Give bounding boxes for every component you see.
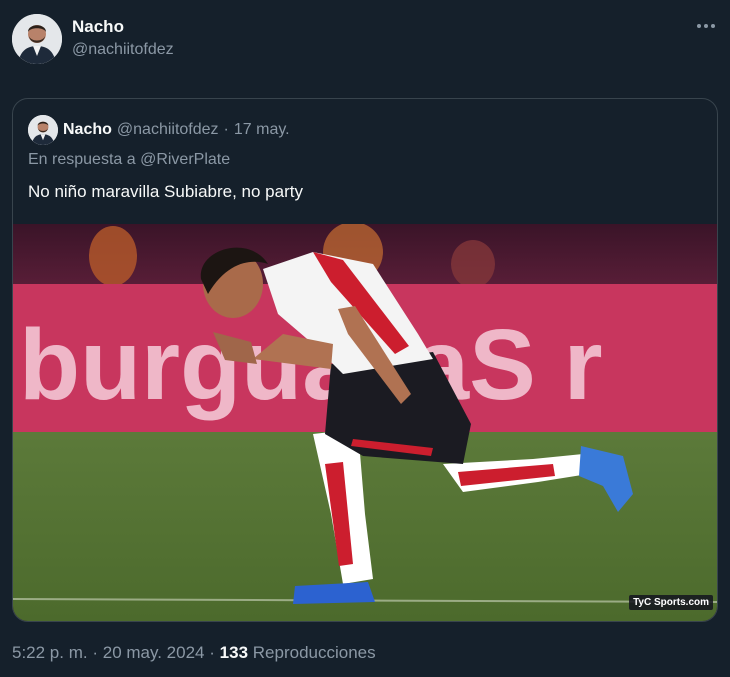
separator-dot: · <box>92 643 99 662</box>
quoted-date[interactable]: 17 may. <box>234 121 290 139</box>
football-photo: burguаsaS r <box>13 224 717 621</box>
author-handle[interactable]: @nachiitofdez <box>72 39 174 61</box>
separator-dot: · <box>223 121 229 138</box>
reply-prefix: En respuesta a <box>28 151 136 168</box>
views-label: Reproducciones <box>252 643 376 662</box>
tyc-sports-watermark: TyC Sports.com <box>629 595 713 610</box>
tweet-time[interactable]: 5:22 p. m. <box>12 643 88 662</box>
separator-dot: · <box>209 643 215 662</box>
avatar-photo <box>28 115 58 145</box>
quoted-header: Nacho @nachiitofdez · 17 may. <box>28 115 290 145</box>
tweet-date[interactable]: 20 may. 2024 <box>103 643 205 662</box>
tweet-page: Nacho @nachiitofdez Nacho @nachiitofdez … <box>0 0 730 677</box>
views-count: 133 <box>219 643 249 662</box>
reply-to-link[interactable]: @RiverPlate <box>140 151 230 168</box>
three-dots-icon[interactable] <box>694 16 718 36</box>
tweet-footer: 5:22 p. m. · 20 may. 2024 · 133 Reproduc… <box>12 643 376 663</box>
avatar[interactable] <box>12 14 62 64</box>
avatar-photo <box>12 14 62 64</box>
quoted-author-name[interactable]: Nacho <box>63 121 112 139</box>
tweet-media-image[interactable]: burguаsaS r TyC Sports.com <box>13 224 717 621</box>
quoted-text: No niño maravilla Subiabre, no party <box>28 182 303 201</box>
author-name[interactable]: Nacho <box>72 16 174 38</box>
quoted-author-handle[interactable]: @nachiitofdez <box>117 121 219 139</box>
quoted-tweet[interactable]: Nacho @nachiitofdez · 17 may. En respues… <box>12 98 718 622</box>
reply-context: En respuesta a @RiverPlate <box>28 151 230 169</box>
quoted-avatar[interactable] <box>28 115 58 145</box>
author-names: Nacho @nachiitofdez <box>72 16 174 61</box>
tweet-header: Nacho @nachiitofdez <box>12 14 174 64</box>
